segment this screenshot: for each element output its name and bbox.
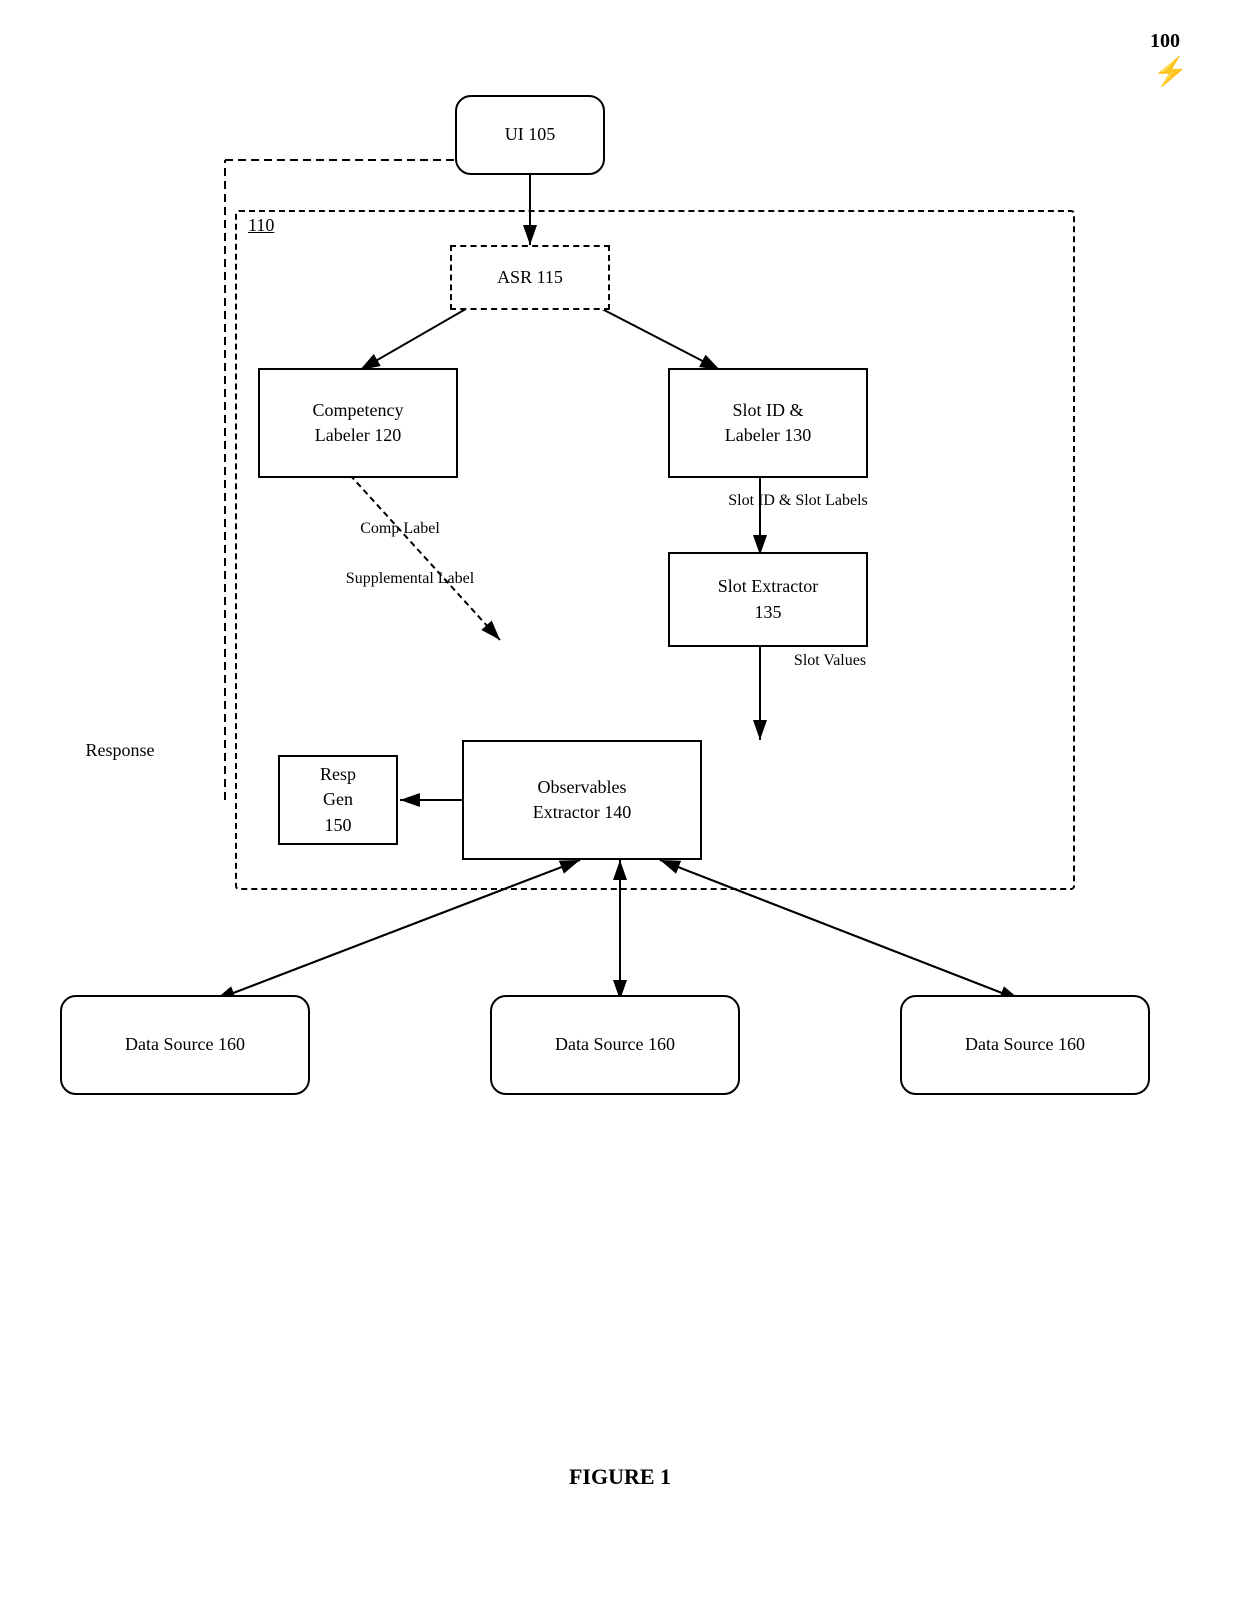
data-source-2-box: Data Source 160 [490,995,740,1095]
response-label: Response [50,740,190,761]
observables-extractor-box: Observables Extractor 140 [462,740,702,860]
slot-id-labeler-box: Slot ID & Labeler 130 [668,368,868,478]
asr-box: ASR 115 [450,245,610,310]
slot-extractor-box: Slot Extractor 135 [668,552,868,647]
observables-extractor-label: Observables Extractor 140 [533,775,631,825]
supplemental-label-text: Supplemental Label [330,570,490,588]
competency-labeler-label: Competency Labeler 120 [313,398,404,448]
ui-box: UI 105 [455,95,605,175]
diagram-container: 100 ⚡ [0,0,1240,1550]
slot-id-labeler-label: Slot ID & Labeler 130 [725,398,811,448]
ref-number: 100 [1150,30,1180,53]
data-source-3-box: Data Source 160 [900,995,1150,1095]
lightning-icon: ⚡ [1153,55,1188,89]
slot-values-text: Slot Values [770,652,890,670]
resp-gen-label: Resp Gen 150 [320,762,356,838]
slot-extractor-label: Slot Extractor 135 [718,574,818,624]
slot-id-slot-labels-text: Slot ID & Slot Labels [688,492,908,510]
competency-labeler-box: Competency Labeler 120 [258,368,458,478]
data-source-1-box: Data Source 160 [60,995,310,1095]
figure-label: FIGURE 1 [0,1464,1240,1490]
system-label: 110 [248,215,274,236]
comp-label-text: Comp Label [340,520,460,538]
resp-gen-box: Resp Gen 150 [278,755,398,845]
